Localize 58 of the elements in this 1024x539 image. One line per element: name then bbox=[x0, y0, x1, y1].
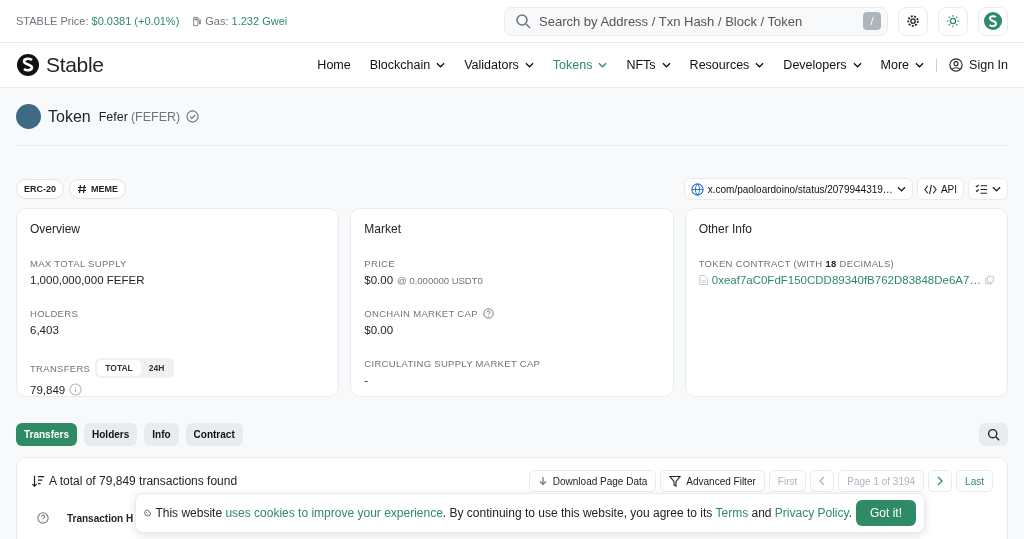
cookie-link[interactable]: uses cookies to improve your experience bbox=[225, 506, 443, 520]
field-label: PRICE bbox=[364, 258, 396, 269]
tag-badge[interactable]: MEME bbox=[69, 179, 126, 199]
nav-link[interactable]: Validators bbox=[464, 58, 534, 72]
card-title: Overview bbox=[30, 222, 81, 236]
cookie-notice: This website uses cookies to improve your experience. By continuing to use this website, you agree to its Terms and Privacy Policy. bbox=[155, 506, 852, 520]
price-value: $0.0381 (+0.01%) bbox=[91, 15, 180, 27]
field-label: HOLDERS bbox=[30, 308, 80, 319]
field-value: 79,849 bbox=[30, 383, 66, 396]
nav-link[interactable]: Resources bbox=[689, 58, 765, 72]
cookie-link[interactable]: Privacy Policy bbox=[774, 506, 849, 520]
brand-name[interactable]: Stable bbox=[46, 53, 104, 77]
period-option[interactable]: 24H bbox=[140, 360, 173, 376]
tab[interactable]: Info bbox=[144, 423, 179, 446]
field-value: 6,403 bbox=[30, 324, 60, 336]
field-value: $0.00 bbox=[364, 324, 395, 336]
api-button[interactable]: API bbox=[916, 178, 964, 200]
page-indicator: Page 1 of 3194 bbox=[838, 470, 925, 492]
period-option[interactable]: TOTAL bbox=[97, 360, 141, 376]
card-title: Market bbox=[364, 222, 402, 236]
filter-button[interactable]: Advanced Filter bbox=[660, 470, 765, 492]
field-value: $0.00 bbox=[364, 274, 394, 286]
field-value: - bbox=[364, 374, 370, 386]
tab[interactable]: Holders bbox=[84, 423, 138, 446]
page-title: Token bbox=[48, 107, 91, 126]
contract-address-link[interactable]: 0xeaf7aC0FdF150CDD89340fB762D83848De6A7… bbox=[711, 274, 981, 286]
nav-link[interactable]: Tokens bbox=[552, 58, 608, 72]
tab[interactable]: Contract bbox=[185, 423, 243, 446]
search-input[interactable]: Search by Address / Txn Hash / Block / Token bbox=[539, 13, 855, 29]
token-name: Fefer bbox=[98, 109, 128, 124]
column-header: Transaction H bbox=[67, 512, 134, 524]
token-symbol: (FEFER) bbox=[130, 109, 181, 124]
nav-link[interactable]: Developers bbox=[783, 58, 862, 72]
nav-link[interactable]: Home bbox=[317, 58, 351, 72]
social-link-dropdown[interactable]: x.com/paoloardoino/status/2079944319… bbox=[683, 178, 913, 200]
cookie-link[interactable]: Terms bbox=[715, 506, 749, 520]
price-label: STABLE Price: bbox=[16, 15, 89, 27]
field-value: 1,000,000,000 FEFER bbox=[30, 274, 146, 286]
nav-link[interactable]: Blockchain bbox=[369, 58, 446, 72]
shortcut-key: / bbox=[863, 12, 881, 30]
last-page-button[interactable]: Last bbox=[956, 470, 993, 492]
transactions-summary: A total of 79,849 transactions found bbox=[49, 474, 238, 488]
gas-label: Gas: bbox=[205, 15, 229, 27]
field-label: MAX TOTAL SUPPLY bbox=[30, 258, 128, 269]
nav-link[interactable]: More bbox=[880, 58, 925, 72]
gas-value: 1.232 Gwei bbox=[231, 15, 288, 27]
nav-link[interactable]: NFTs bbox=[626, 58, 671, 72]
accept-cookies-button[interactable]: Got it! bbox=[856, 500, 916, 526]
field-label: ONCHAIN MARKET CAP bbox=[364, 308, 478, 319]
tag-badge[interactable]: ERC-20 bbox=[16, 179, 64, 199]
download-button[interactable]: Download Page Data bbox=[528, 470, 657, 492]
field-label: TOKEN CONTRACT (WITH 18 DECIMALS) bbox=[698, 258, 895, 269]
card-title: Other Info bbox=[698, 222, 754, 236]
tab[interactable]: Transfers bbox=[16, 423, 78, 446]
field-label: TRANSFERS bbox=[30, 362, 91, 374]
field-label: CIRCULATING SUPPLY MARKET CAP bbox=[364, 358, 542, 369]
sign-in-link[interactable]: Sign In bbox=[949, 58, 1008, 72]
price-conversion: @ 0.000000 USDT0 bbox=[397, 274, 483, 286]
